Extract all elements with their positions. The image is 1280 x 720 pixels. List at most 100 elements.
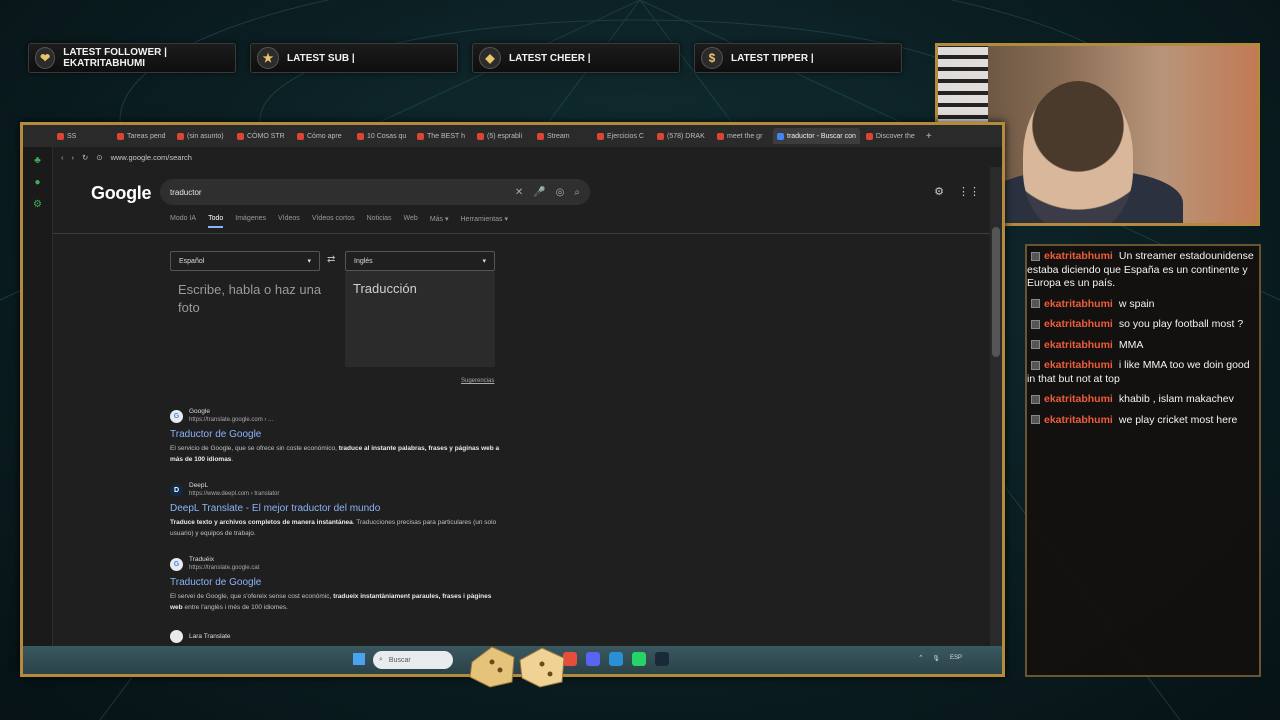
search-result-partial: Lara Translate <box>170 630 500 643</box>
tab-label: 10 Cosas qu <box>367 132 407 140</box>
source-language-select[interactable]: Español ▾ <box>170 251 320 271</box>
search-icon[interactable]: ⌕ <box>574 187 580 198</box>
result-source[interactable]: G Traduéix https://translate.google.cat <box>170 556 500 572</box>
chevron-up-icon[interactable]: ^ <box>920 655 923 662</box>
alert-sub: ★ LATEST SUB | <box>250 43 458 73</box>
result-snippet: Traduce texto y archivos completos de ma… <box>170 519 497 537</box>
forward-icon[interactable]: › <box>72 153 75 162</box>
whatsapp-icon[interactable] <box>632 652 646 666</box>
clear-icon[interactable]: ✕ <box>515 187 523 198</box>
search-result: D DeepL https://www.deepl.com › translato… <box>170 482 500 539</box>
tab-todo[interactable]: Todo <box>208 215 224 228</box>
tab-label: Stream <box>547 132 570 140</box>
result-title-link[interactable]: DeepL Translate - El mejor traductor del… <box>170 503 500 514</box>
tab-label: meet the gr <box>727 132 763 140</box>
result-url: https://translate.google.cat <box>189 565 260 571</box>
taskbar-search[interactable]: ⌕ Buscar <box>373 651 453 669</box>
screen-capture-frame: SS Tareas pend (sin asunto) CÓMO STR Cóm… <box>20 122 1005 677</box>
url-field[interactable]: www.google.com/search <box>111 153 192 162</box>
browser-tab-active[interactable]: traductor - Buscar con <box>773 128 860 144</box>
result-source[interactable]: D DeepL https://www.deepl.com › translato… <box>170 482 500 498</box>
browser-tab[interactable]: (5) esprabli <box>473 128 531 144</box>
result-source[interactable]: G Google https://translate.google.com › .… <box>170 408 500 424</box>
chat-message: ekatritabhumi we play cricket most here <box>1027 414 1255 428</box>
search-box[interactable]: traductor ✕ 🎤 ◎ ⌕ <box>160 179 590 205</box>
alert-label: LATEST FOLLOWER | EKATRITABHUMI <box>63 47 167 69</box>
search-icon: ⌕ <box>379 656 383 663</box>
browser-tab[interactable]: CÓMO STR <box>233 128 291 144</box>
result-site-name[interactable]: Lara Translate <box>189 633 231 641</box>
new-tab-icon[interactable]: + <box>922 131 932 142</box>
browser-tab[interactable]: SS <box>53 128 111 144</box>
tab-videos-cortos[interactable]: Vídeos cortos <box>312 215 355 228</box>
search-result: G Google https://translate.google.com › .… <box>170 408 500 465</box>
google-logo[interactable]: Google <box>91 183 152 204</box>
google-results-page: Google traductor ✕ 🎤 ◎ ⌕ ⚙ ⋮⋮ Modo IA To… <box>53 167 990 646</box>
tab-herramientas[interactable]: Herramientas ▾ <box>461 215 508 228</box>
tab-imagenes[interactable]: Imágenes <box>235 215 266 228</box>
notepad-icon[interactable] <box>609 652 623 666</box>
tab-modo-ia[interactable]: Modo IA <box>170 215 196 228</box>
back-icon[interactable]: ‹ <box>61 153 64 162</box>
chat-text: we play cricket most here <box>1118 413 1238 426</box>
chevron-down-icon: ▾ <box>307 258 311 265</box>
browser-tab[interactable]: (578) DRAK <box>653 128 711 144</box>
deepl-favicon-icon: D <box>170 483 183 497</box>
browser-tab[interactable]: Cómo apre <box>293 128 351 144</box>
browser-tab[interactable]: (sin asunto) <box>173 128 231 144</box>
extension-icon[interactable]: ● <box>31 177 45 191</box>
result-site-name: Google <box>189 408 210 415</box>
chat-message: ekatritabhumi i like MMA too we doin good… <box>1027 359 1255 386</box>
translate-input[interactable]: Escribe, habla o haz una foto <box>170 277 340 367</box>
settings-icon[interactable]: ⚙ <box>31 199 45 213</box>
tab-web[interactable]: Web <box>404 215 418 228</box>
target-language-select[interactable]: Inglés ▾ <box>345 251 495 271</box>
tab-videos[interactable]: Vídeos <box>278 215 300 228</box>
browser-tab[interactable]: The BEST h <box>413 128 471 144</box>
chat-text: khabib , islam makachev <box>1118 393 1234 405</box>
badge-icon <box>1031 251 1040 261</box>
tab-favicon-icon <box>237 132 244 140</box>
reload-icon[interactable]: ↻ <box>82 153 88 162</box>
tab-favicon-icon <box>177 132 184 140</box>
steam-icon[interactable] <box>655 652 669 666</box>
language-indicator[interactable]: ESP <box>950 655 962 662</box>
tab-mas[interactable]: Más ▾ <box>430 215 449 228</box>
microphone-icon[interactable]: 🎤 <box>533 187 545 198</box>
chat-message: ekatritabhumi MMA <box>1027 339 1255 353</box>
browser-tab[interactable]: Tareas pend <box>113 128 171 144</box>
browser-tab[interactable]: Ejercicios C <box>593 128 651 144</box>
windows-start-icon[interactable] <box>353 653 365 665</box>
tab-label: traductor - Buscar con <box>787 132 856 140</box>
lens-icon[interactable]: ◎ <box>556 187 565 198</box>
suggestions-link[interactable]: Sugerencias <box>461 378 494 384</box>
chat-message: ekatritabhumi so you play football most ? <box>1027 318 1255 332</box>
tab-favicon-icon <box>657 132 664 140</box>
page-scrollbar[interactable] <box>990 167 1002 646</box>
browser-tab[interactable]: Stream <box>533 128 591 144</box>
discord-icon[interactable] <box>586 652 600 666</box>
tab-favicon-icon <box>297 132 304 140</box>
browser-tab[interactable]: 10 Cosas qu <box>353 128 411 144</box>
apps-grid-icon[interactable]: ⋮⋮ <box>958 185 980 198</box>
browser-side-panel: ♣ ● ⚙ <box>23 147 53 646</box>
google-favicon-icon: G <box>170 557 183 571</box>
swap-languages-icon[interactable]: ⇄ <box>327 254 335 265</box>
tab-noticias[interactable]: Noticias <box>367 215 392 228</box>
search-input[interactable]: traductor <box>170 188 202 197</box>
extension-icon[interactable]: ♣ <box>31 155 45 169</box>
tab-label: Discover the <box>875 132 915 140</box>
microphone-icon[interactable]: 🎙 <box>932 655 940 662</box>
chat-username: ekatritabhumi <box>1044 250 1113 262</box>
browser-tab[interactable]: Discover the <box>862 128 920 144</box>
settings-icon[interactable]: ⚙ <box>934 185 944 198</box>
stream-alerts: ❤ LATEST FOLLOWER | EKATRITABHUMI ★ LATE… <box>28 43 902 73</box>
result-title-link[interactable]: Traductor de Google <box>170 577 500 588</box>
scrollbar-thumb[interactable] <box>992 227 1000 357</box>
chat-text: so you play football most ? <box>1118 318 1244 330</box>
tab-favicon-icon <box>117 132 124 140</box>
result-title-link[interactable]: Traductor de Google <box>170 429 500 440</box>
site-info-icon[interactable]: ⊙ <box>96 153 102 162</box>
tab-label: CÓMO STR <box>247 132 285 140</box>
browser-tab[interactable]: meet the gr <box>713 128 771 144</box>
